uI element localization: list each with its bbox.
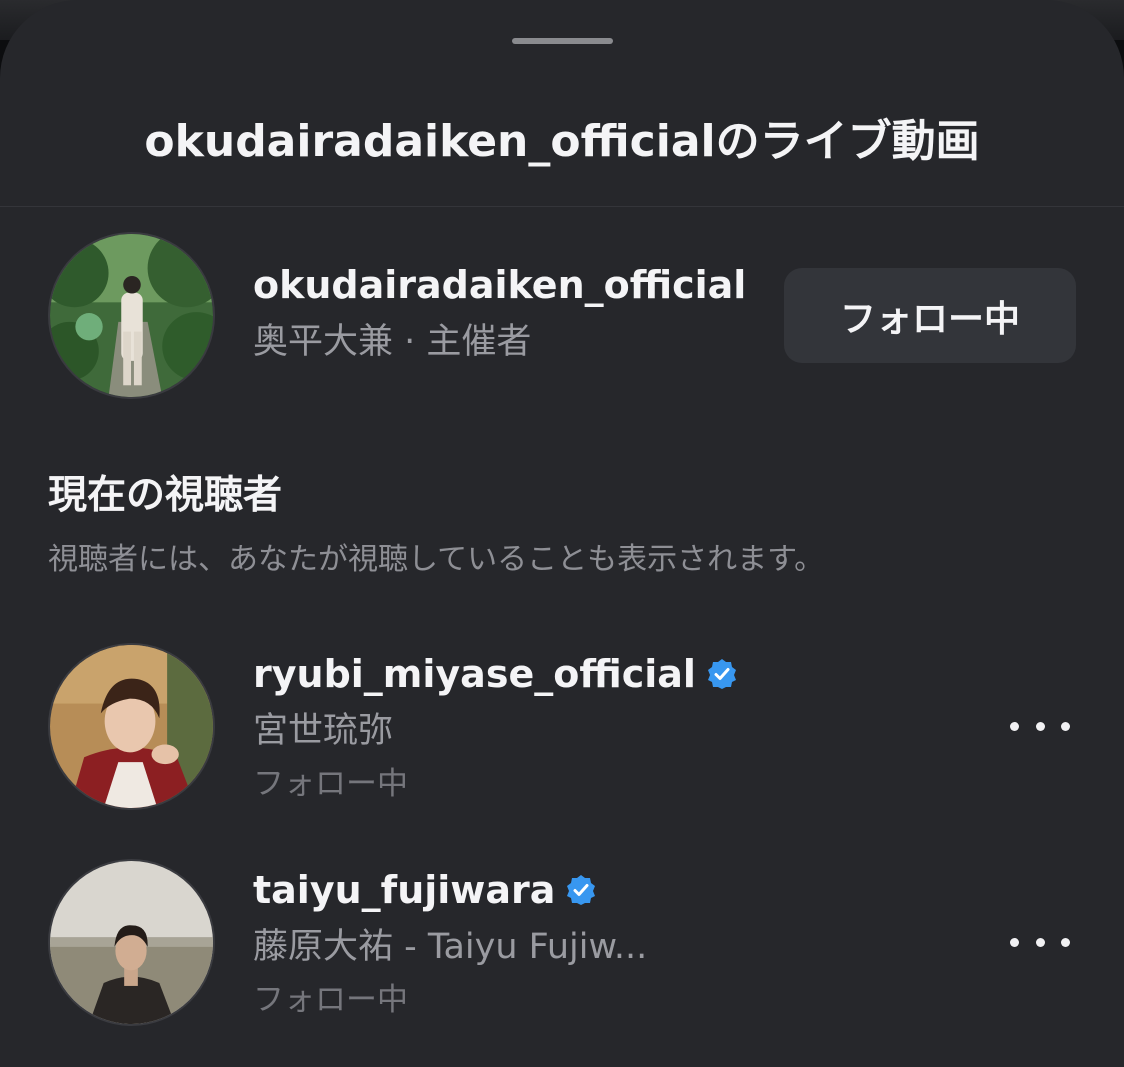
- following-button[interactable]: フォロー中: [784, 268, 1076, 363]
- header-divider: [0, 206, 1124, 207]
- more-options-icon[interactable]: [1010, 711, 1070, 741]
- viewer-username[interactable]: taiyu_fujiwara: [253, 867, 597, 913]
- verified-badge-icon: [706, 658, 738, 690]
- more-options-icon[interactable]: [1010, 927, 1070, 957]
- viewer-follow-status: フォロー中: [253, 766, 408, 802]
- viewer-username-text: taiyu_fujiwara: [253, 868, 556, 912]
- sheet-drag-handle[interactable]: [512, 38, 613, 44]
- host-avatar-photo-icon: [50, 234, 213, 397]
- current-viewers-heading: 現在の視聴者: [48, 473, 283, 518]
- viewer-display-name: 藤原大祐 - Taiyu Fujiw...: [253, 927, 648, 967]
- current-viewers-description: 視聴者には、あなたが視聴していることも表示されます。: [48, 542, 825, 577]
- viewer-avatar-photo-icon: [50, 861, 213, 1024]
- verified-badge-icon: [565, 874, 597, 906]
- viewer-username-text: ryubi_miyase_official: [253, 652, 696, 696]
- viewer-follow-status: フォロー中: [253, 982, 408, 1018]
- viewer-avatar[interactable]: [48, 859, 215, 1026]
- live-viewers-sheet: okudairadaiken_officialのライブ動画 okudairada…: [0, 0, 1124, 1067]
- host-subtitle: 奥平大兼 · 主催者: [253, 322, 532, 362]
- viewer-avatar[interactable]: [48, 643, 215, 810]
- host-username[interactable]: okudairadaiken_official: [253, 262, 746, 308]
- viewer-username[interactable]: ryubi_miyase_official: [253, 651, 738, 697]
- sheet-title: okudairadaiken_officialのライブ動画: [144, 116, 980, 167]
- viewer-avatar-photo-icon: [50, 645, 213, 808]
- viewer-display-name: 宮世琉弥: [253, 711, 394, 751]
- host-avatar[interactable]: [48, 232, 215, 399]
